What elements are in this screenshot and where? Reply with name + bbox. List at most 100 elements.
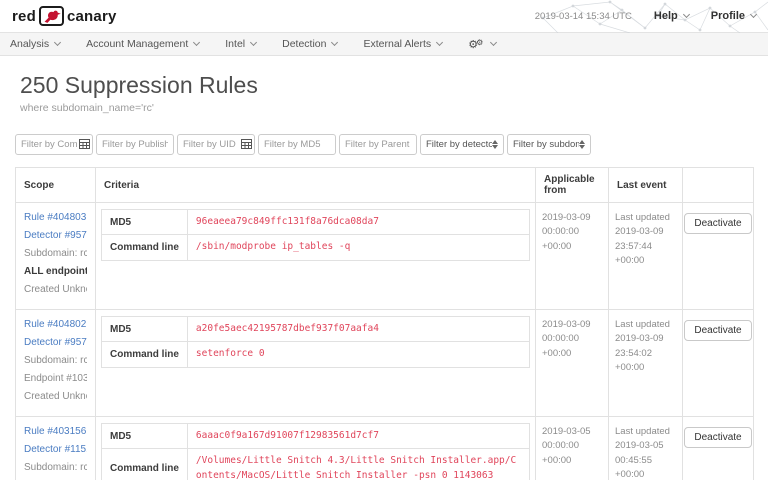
col-header-actions bbox=[683, 168, 754, 203]
md5-label: MD5 bbox=[102, 210, 188, 235]
col-header-scope: Scope bbox=[16, 168, 96, 203]
logo-text-red: red bbox=[12, 8, 36, 25]
chevron-down-icon bbox=[750, 11, 757, 18]
scope-created: Created Unknown bbox=[24, 390, 87, 403]
filter-parent-md5-input[interactable] bbox=[339, 134, 417, 155]
criteria-cell: MD5 96eaeea79c849ffc131f8a76dca08da7 Com… bbox=[96, 203, 536, 310]
nav-item-detection[interactable]: Detection bbox=[282, 38, 337, 50]
last-event: Last updated 2019-03-05 00:45:55 +00:00 bbox=[609, 417, 683, 480]
command-line-label: Command line bbox=[102, 235, 188, 260]
rule-link[interactable]: Rule #404803 bbox=[24, 212, 86, 223]
gears-icon: ⚙⚙ bbox=[468, 39, 485, 50]
action-cell: Deactivate bbox=[683, 417, 754, 480]
command-line-label: Command line bbox=[102, 342, 188, 367]
chevron-down-icon bbox=[331, 39, 338, 46]
action-cell: Deactivate bbox=[683, 203, 754, 310]
profile-menu[interactable]: Profile bbox=[711, 10, 756, 22]
scope-subdomain: Subdomain: rc bbox=[24, 247, 87, 260]
grid-picker-icon[interactable] bbox=[241, 139, 252, 149]
help-menu-label: Help bbox=[654, 10, 678, 22]
scope-cell: Rule #403156 Detector #1151 Subdomain: r… bbox=[16, 417, 96, 480]
md5-label: MD5 bbox=[102, 424, 188, 449]
filter-publisher-input[interactable] bbox=[96, 134, 174, 155]
chevron-down-icon bbox=[490, 39, 497, 46]
updown-arrows-icon bbox=[579, 140, 585, 149]
nav-item-analysis[interactable]: Analysis bbox=[10, 38, 60, 50]
scope-cell: Rule #404803 Detector #957 Subdomain: rc… bbox=[16, 203, 96, 310]
logo-text-canary: canary bbox=[67, 8, 117, 25]
applicable-from: 2019-03-09 00:00:00 +00:00 bbox=[536, 203, 609, 310]
nav-settings-menu[interactable]: ⚙⚙ bbox=[468, 39, 496, 50]
applicable-from: 2019-03-09 00:00:00 +00:00 bbox=[536, 310, 609, 417]
command-line-value: setenforce 0 bbox=[187, 342, 529, 367]
table-header-row: Scope Criteria Applicable from Last even… bbox=[16, 168, 754, 203]
scope-endpoint: ALL endpoints bbox=[24, 265, 87, 278]
filter-md5-input[interactable] bbox=[258, 134, 336, 155]
scope-cell: Rule #404802 Detector #957 Subdomain: rc… bbox=[16, 310, 96, 417]
filter-subdomain-select[interactable]: Filter by subdomai bbox=[507, 134, 591, 155]
chevron-down-icon bbox=[683, 11, 690, 18]
nav-item-account-management[interactable]: Account Management bbox=[86, 38, 199, 50]
nav-item-label: Analysis bbox=[10, 38, 49, 50]
criteria-cell: MD5 a20fe5aec42195787dbef937f07aafa4 Com… bbox=[96, 310, 536, 417]
deactivate-button[interactable]: Deactivate bbox=[684, 320, 751, 341]
main-nav: Analysis Account Management Intel Detect… bbox=[0, 33, 768, 56]
chevron-down-icon bbox=[54, 39, 61, 46]
scope-endpoint: Endpoint #1032 bbox=[24, 372, 87, 385]
select-value: Filter by subdomai bbox=[513, 139, 579, 150]
chevron-down-icon bbox=[193, 39, 200, 46]
scope-subdomain: Subdomain: rc bbox=[24, 354, 87, 367]
profile-menu-label: Profile bbox=[711, 10, 745, 22]
md5-value: 6aaac0f9a167d91007f12983561d7cf7 bbox=[187, 424, 529, 449]
nav-item-label: Detection bbox=[282, 38, 326, 50]
col-header-applicable-from: Applicable from bbox=[536, 168, 609, 203]
last-event: Last updated 2019-03-09 23:54:02 +00:00 bbox=[609, 310, 683, 417]
select-value: Filter by detector bbox=[426, 139, 492, 150]
scope-created: Created Unknown bbox=[24, 283, 87, 296]
command-line-value: /sbin/modprobe ip_tables -q bbox=[187, 235, 529, 260]
top-header: red canary 2019-03-14 15:34 UTC Help Pro… bbox=[0, 0, 768, 33]
chevron-down-icon bbox=[436, 39, 443, 46]
scope-subdomain: Subdomain: rc bbox=[24, 461, 87, 474]
command-line-value: /Volumes/Little Snitch 4.3/Little Snitch… bbox=[187, 449, 529, 480]
detector-link[interactable]: Detector #957 bbox=[24, 230, 87, 241]
filter-bar: Filter by detector Filter by subdomai bbox=[15, 134, 753, 155]
md5-value: a20fe5aec42195787dbef937f07aafa4 bbox=[187, 317, 529, 342]
command-line-label: Command line bbox=[102, 449, 188, 480]
nav-item-intel[interactable]: Intel bbox=[225, 38, 256, 50]
main-content: 250 Suppression Rules where subdomain_na… bbox=[0, 72, 768, 480]
table-row: Rule #404803 Detector #957 Subdomain: rc… bbox=[16, 203, 754, 310]
grid-picker-icon[interactable] bbox=[79, 139, 90, 149]
rules-tbody: Rule #404803 Detector #957 Subdomain: rc… bbox=[16, 203, 754, 480]
detector-link[interactable]: Detector #1151 bbox=[24, 444, 87, 455]
page-subtitle: where subdomain_name='rc' bbox=[20, 102, 753, 114]
nav-item-label: Account Management bbox=[86, 38, 188, 50]
applicable-from: 2019-03-05 00:00:00 +00:00 bbox=[536, 417, 609, 480]
rule-link[interactable]: Rule #403156 bbox=[24, 426, 86, 437]
criteria-cell: MD5 6aaac0f9a167d91007f12983561d7cf7 Com… bbox=[96, 417, 536, 480]
md5-value: 96eaeea79c849ffc131f8a76dca08da7 bbox=[187, 210, 529, 235]
help-menu[interactable]: Help bbox=[654, 10, 689, 22]
table-row: Rule #404802 Detector #957 Subdomain: rc… bbox=[16, 310, 754, 417]
col-header-criteria: Criteria bbox=[96, 168, 536, 203]
updown-arrows-icon bbox=[492, 140, 498, 149]
nav-item-external-alerts[interactable]: External Alerts bbox=[363, 38, 442, 50]
nav-item-label: External Alerts bbox=[363, 38, 431, 50]
detector-link[interactable]: Detector #957 bbox=[24, 337, 87, 348]
page-title: 250 Suppression Rules bbox=[20, 72, 753, 99]
last-event: Last updated 2019-03-09 23:57:44 +00:00 bbox=[609, 203, 683, 310]
canary-bird-icon bbox=[39, 6, 64, 26]
table-row: Rule #403156 Detector #1151 Subdomain: r… bbox=[16, 417, 754, 480]
md5-label: MD5 bbox=[102, 317, 188, 342]
deactivate-button[interactable]: Deactivate bbox=[684, 427, 751, 448]
col-header-last-event: Last event bbox=[609, 168, 683, 203]
topbar-right: 2019-03-14 15:34 UTC Help Profile bbox=[535, 10, 756, 22]
utc-datetime: 2019-03-14 15:34 UTC bbox=[535, 11, 632, 22]
nav-item-label: Intel bbox=[225, 38, 245, 50]
rule-link[interactable]: Rule #404802 bbox=[24, 319, 86, 330]
action-cell: Deactivate bbox=[683, 310, 754, 417]
deactivate-button[interactable]: Deactivate bbox=[684, 213, 751, 234]
suppression-rules-table: Scope Criteria Applicable from Last even… bbox=[15, 167, 754, 480]
redcanary-logo[interactable]: red canary bbox=[12, 6, 117, 26]
filter-detector-select[interactable]: Filter by detector bbox=[420, 134, 504, 155]
